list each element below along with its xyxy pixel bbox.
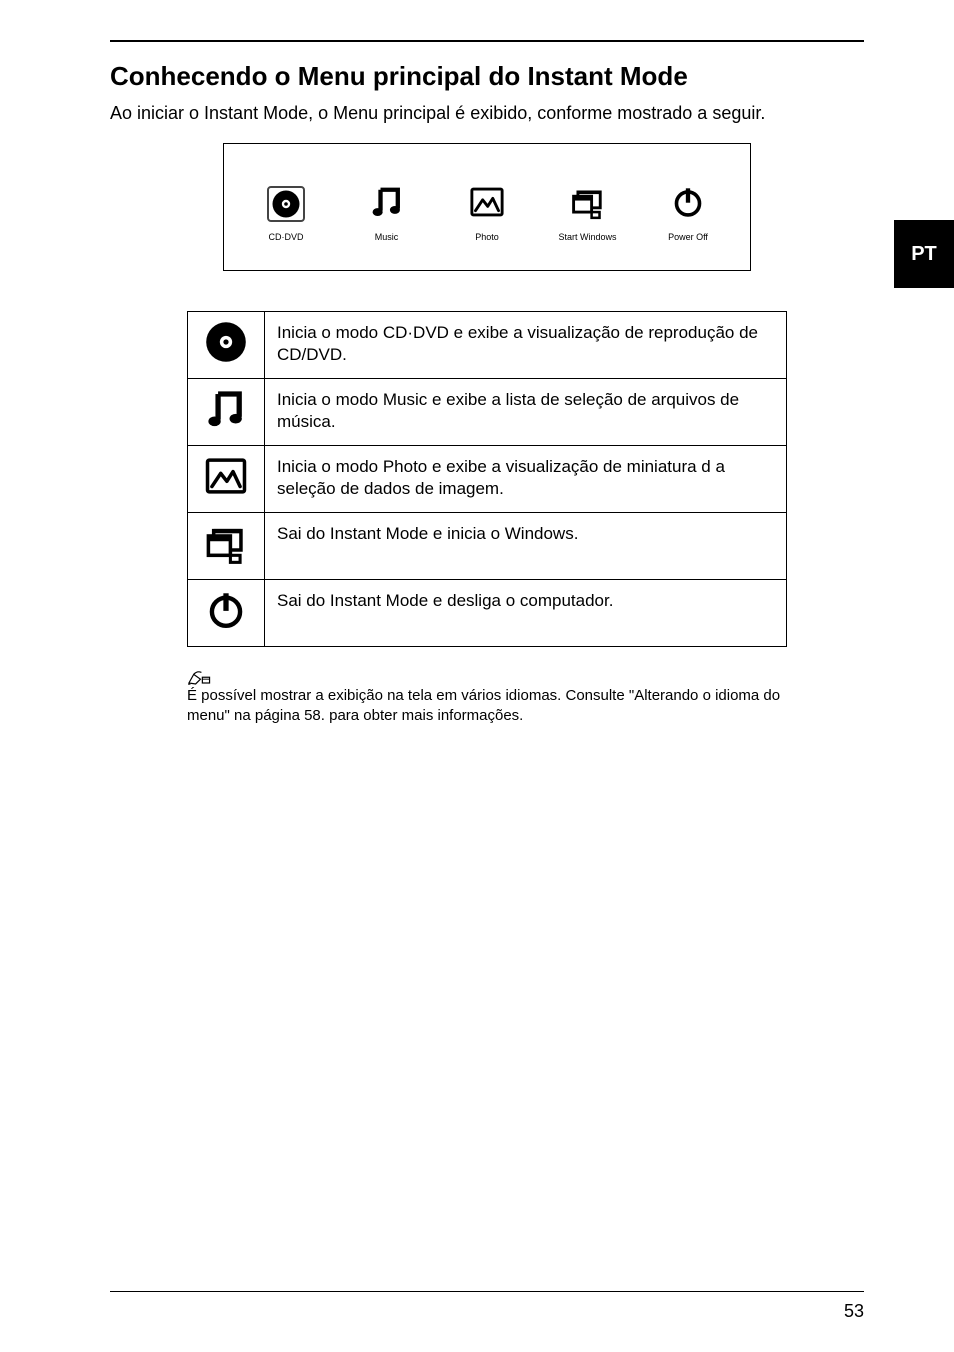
table-row: Sai do Instant Mode e desliga o computad… (188, 580, 787, 647)
menu-label-cd-dvd: CD·DVD (269, 232, 304, 242)
page-number: 53 (844, 1301, 864, 1322)
table-row: Inicia o modo Photo e exibe a visualizaç… (188, 445, 787, 512)
note-icon (187, 666, 211, 683)
footer-rule (110, 1291, 864, 1292)
music-icon (369, 182, 405, 222)
windows-icon (188, 513, 265, 580)
windows-icon (570, 182, 606, 222)
power-icon (188, 580, 265, 647)
menu-item-power-off: Power Off (644, 182, 732, 242)
menu-label-start-windows: Start Windows (558, 232, 616, 242)
menu-label-photo: Photo (475, 232, 499, 242)
table-row: Sai do Instant Mode e inicia o Windows. (188, 513, 787, 580)
music-icon (188, 378, 265, 445)
power-icon (670, 182, 706, 222)
page-title: Conhecendo o Menu principal do Instant M… (110, 60, 864, 93)
menu-label-power-off: Power Off (668, 232, 708, 242)
table-row: Inicia o modo CD·DVD e exibe a visualiza… (188, 311, 787, 378)
desc-power-off: Sai do Instant Mode e desliga o computad… (265, 580, 787, 647)
description-table: Inicia o modo CD·DVD e exibe a visualiza… (187, 311, 787, 647)
language-side-tab: PT (894, 220, 954, 288)
menu-item-photo: Photo (443, 182, 531, 242)
menu-label-music: Music (375, 232, 399, 242)
intro-paragraph: Ao iniciar o Instant Mode, o Menu princi… (110, 101, 864, 125)
desc-photo: Inicia o modo Photo e exibe a visualizaç… (265, 445, 787, 512)
desc-music: Inicia o modo Music e exibe a lista de s… (265, 378, 787, 445)
photo-icon (188, 445, 265, 512)
desc-start-windows: Sai do Instant Mode e inicia o Windows. (265, 513, 787, 580)
main-menu-illustration: CD·DVD Music Photo Start Windows (223, 143, 751, 271)
menu-item-music: Music (343, 182, 431, 242)
desc-cd-dvd: Inicia o modo CD·DVD e exibe a visualiza… (265, 311, 787, 378)
photo-icon (469, 182, 505, 222)
note-text: É possível mostrar a exibição na tela em… (187, 687, 780, 724)
top-rule (110, 40, 864, 42)
disc-icon (188, 311, 265, 378)
page: Conhecendo o Menu principal do Instant M… (0, 0, 954, 1352)
note-block: É possível mostrar a exibição na tela em… (187, 665, 787, 726)
menu-item-start-windows: Start Windows (544, 182, 632, 242)
disc-icon (267, 186, 305, 222)
menu-illustration-wrap: CD·DVD Music Photo Start Windows (110, 143, 864, 271)
table-row: Inicia o modo Music e exibe a lista de s… (188, 378, 787, 445)
menu-item-cd-dvd: CD·DVD (242, 186, 330, 242)
